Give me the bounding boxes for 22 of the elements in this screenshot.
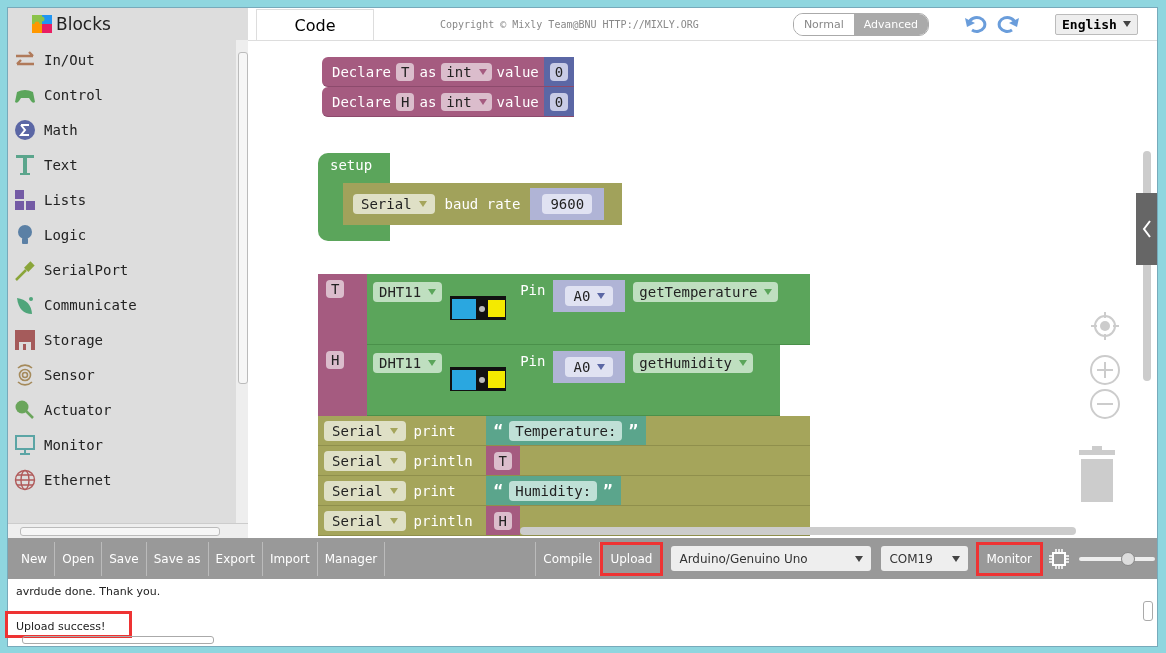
block-label: value [496,93,539,110]
block-label: print [413,422,457,439]
quote-mark: “ [493,481,504,500]
copyright-text: Copyright © Mixly Team@BNU HTTP://MIXLY.ORG [440,18,699,30]
console-line: avrdude done. Thank you. [15,584,162,600]
console-line: Upload success! [8,614,130,635]
quote-mark: ” [628,421,638,440]
block-label: value [496,63,539,80]
block-label: Declare [332,93,391,110]
quote-mark: ” [603,481,613,500]
block-label: baud rate [444,196,521,212]
block-label: as [419,63,437,80]
block-label: as [419,93,437,110]
block-label: print [413,482,457,499]
quote-mark: “ [493,421,504,440]
block-label: setup [330,157,373,173]
block-label: Pin [520,282,546,298]
block-label: Pin [520,353,546,369]
block-label: Declare [332,63,391,80]
block-label: println [413,452,474,469]
sidebar-title: Blocks [56,14,111,34]
block-label: println [413,512,474,529]
